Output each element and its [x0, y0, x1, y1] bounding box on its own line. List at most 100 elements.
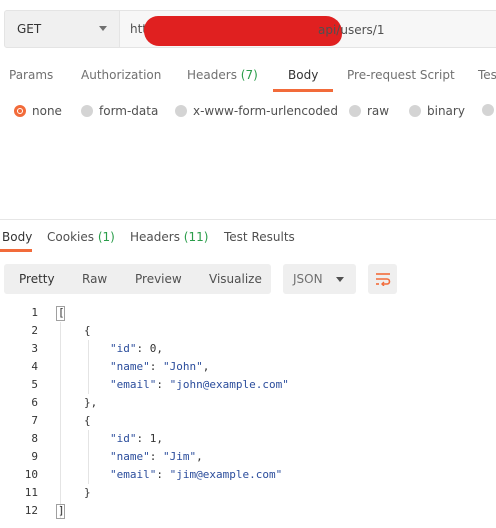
code-text: "email": "john@example.com" [110, 378, 289, 391]
code-text: "id": 1, [110, 432, 163, 445]
response-tabs: Body Cookies (1) Headers (11) Test Resul… [0, 226, 496, 252]
tab-body[interactable]: Body [288, 68, 318, 82]
radio-label: x-www-form-urlencoded [193, 104, 338, 118]
chevron-down-icon [336, 277, 344, 282]
json-punct: , [202, 360, 210, 373]
code-line: 7{ [0, 412, 496, 430]
tab-label: Cookies [47, 230, 94, 244]
view-mode-toolbar: Pretty Raw Preview Visualize [4, 264, 271, 294]
view-preview-button[interactable]: Preview [135, 272, 182, 286]
json-sep: : [156, 378, 170, 391]
radio-graphql[interactable] [482, 104, 496, 116]
tab-label: Body [2, 230, 33, 244]
body-mode-radios: none form-data x-www-form-urlencoded raw… [0, 100, 496, 124]
code-line: 3 "id": 0, [0, 340, 496, 358]
view-raw-button[interactable]: Raw [82, 272, 107, 286]
tab-headers[interactable]: Headers (7) [187, 68, 258, 82]
json-value: "Jim" [163, 450, 197, 463]
wrap-lines-button[interactable] [368, 264, 397, 294]
json-sep: : [156, 468, 170, 481]
radio-form-data[interactable]: form-data [81, 104, 158, 118]
line-number: 11 [24, 486, 38, 499]
code-text: { [84, 414, 91, 427]
redaction-mark [144, 16, 342, 46]
json-value: "John" [163, 360, 203, 373]
pane-divider[interactable] [0, 219, 496, 220]
code-text: [ [58, 306, 65, 319]
code-line: 11} [0, 484, 496, 502]
code-line: 4 "name": "John", [0, 358, 496, 376]
method-select[interactable]: GET [4, 10, 120, 48]
json-key: "email" [110, 468, 157, 481]
tab-pre-request-script[interactable]: Pre-request Script [347, 68, 455, 82]
tab-count: (11) [183, 230, 209, 244]
line-number: 1 [31, 306, 38, 319]
view-visualize-button[interactable]: Visualize [209, 272, 262, 286]
response-tab-test-results[interactable]: Test Results [224, 230, 295, 244]
code-text: "email": "jim@example.com" [110, 468, 282, 481]
radio-icon [349, 105, 361, 117]
code-line: 2{ [0, 322, 496, 340]
json-key: "id" [110, 342, 137, 355]
code-text: "name": "John", [110, 360, 209, 373]
code-line: 8 "id": 1, [0, 430, 496, 448]
url-suffix: api/users/1 [318, 23, 385, 37]
json-punct: , [196, 450, 203, 463]
line-number: 6 [31, 396, 38, 409]
radio-label: binary [427, 104, 465, 118]
code-text: }, [84, 396, 98, 409]
line-number: 7 [31, 414, 38, 427]
tab-label: Headers [130, 230, 180, 244]
json-key: "email" [110, 378, 157, 391]
wrap-lines-icon [375, 273, 390, 286]
line-number: 4 [31, 360, 38, 373]
active-tab-indicator [273, 89, 333, 92]
response-tab-headers[interactable]: Headers (11) [130, 230, 208, 244]
tab-label: Body [288, 68, 319, 82]
radio-x-www-form-urlencoded[interactable]: x-www-form-urlencoded [175, 104, 338, 118]
tab-tests[interactable]: Tes [478, 68, 496, 82]
tab-label: Test Results [224, 230, 295, 244]
tab-label: Params [9, 68, 54, 82]
line-number: 12 [24, 504, 38, 517]
response-tab-cookies[interactable]: Cookies (1) [47, 230, 115, 244]
tab-count: (7) [240, 68, 258, 82]
line-number: 5 [31, 378, 38, 391]
radio-icon [175, 105, 187, 117]
code-text: ] [58, 504, 65, 517]
format-select[interactable]: JSON [283, 264, 356, 294]
line-number: 9 [31, 450, 38, 463]
json-key: "name" [110, 360, 150, 373]
code-line: 5 "email": "john@example.com" [0, 376, 496, 394]
radio-none[interactable]: none [14, 104, 62, 118]
code-line: 10 "email": "jim@example.com" [0, 466, 496, 484]
json-punct: , [156, 342, 163, 355]
chevron-down-icon [99, 26, 107, 31]
format-label: JSON [293, 272, 323, 286]
response-code-viewer[interactable]: 1[ 2{ 3 "id": 0, 4 "name": "John", 5 "email… [0, 304, 496, 524]
method-label: GET [17, 22, 42, 36]
tab-label: Authorization [81, 68, 162, 82]
json-sep: : [136, 342, 150, 355]
line-number: 10 [24, 468, 38, 481]
url-input[interactable]: http api/users/1 [120, 10, 496, 48]
json-key: "id" [110, 432, 137, 445]
radio-binary[interactable]: binary [409, 104, 465, 118]
json-sep: : [149, 450, 163, 463]
radio-raw[interactable]: raw [349, 104, 389, 118]
code-text: } [84, 486, 91, 499]
line-number: 2 [31, 324, 38, 337]
json-value: "john@example.com" [169, 378, 289, 391]
radio-label: form-data [99, 104, 159, 118]
json-punct: , [156, 432, 163, 445]
line-number: 8 [31, 432, 38, 445]
view-pretty-button[interactable]: Pretty [19, 272, 55, 286]
response-tab-body[interactable]: Body [2, 230, 32, 244]
tab-label: Headers [187, 68, 237, 82]
tab-authorization[interactable]: Authorization [81, 68, 161, 82]
code-line: 12] [0, 502, 496, 520]
tab-count: (1) [97, 230, 115, 244]
tab-params[interactable]: Params [9, 68, 53, 82]
line-number: 3 [31, 342, 38, 355]
radio-icon [482, 104, 494, 116]
